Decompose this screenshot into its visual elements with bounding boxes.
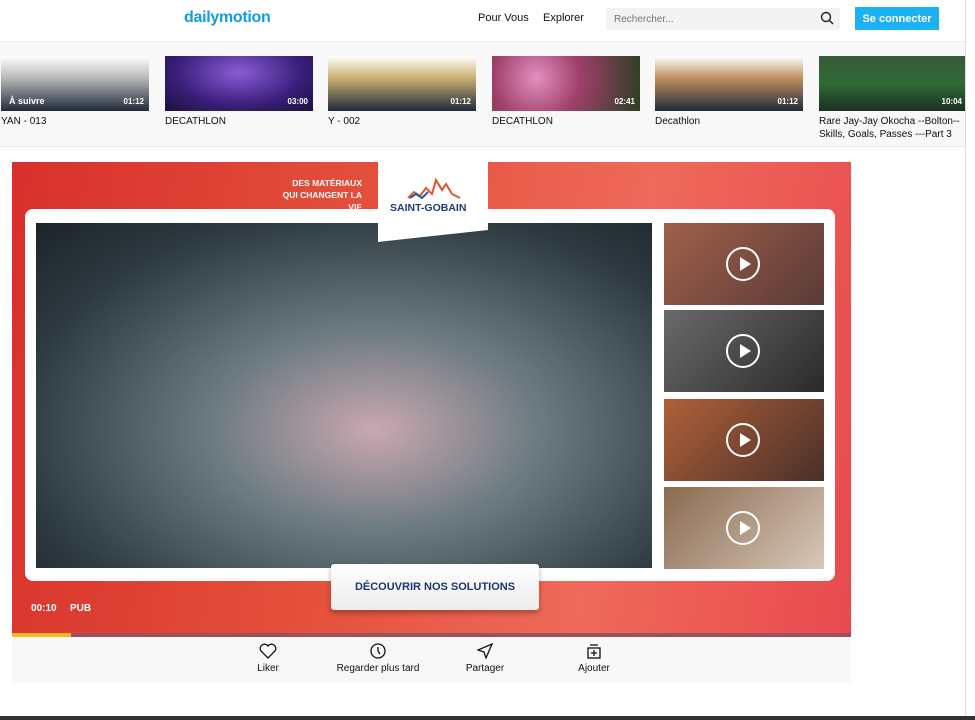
up-next-strip: À suivre 01:12 YAN - 013 03:00 DECATHLON 01… bbox=[0, 41, 967, 147]
watch-later-button[interactable]: Regarder plus tard bbox=[330, 643, 426, 674]
dailymotion-logo[interactable]: dailymotion bbox=[184, 9, 271, 27]
ad-tagline: DES MATÉRIAUX QUI CHANGENT LA VIE bbox=[272, 177, 362, 213]
scrollbar[interactable] bbox=[965, 0, 975, 716]
add-button[interactable]: Ajouter bbox=[572, 643, 616, 674]
ad-side-video[interactable] bbox=[664, 399, 824, 481]
window-border bbox=[0, 716, 975, 720]
ad-label: PUB bbox=[70, 603, 92, 614]
duration: 03:00 bbox=[287, 97, 308, 106]
video-thumbnail[interactable]: 01:12 bbox=[655, 56, 803, 111]
video-title[interactable]: Y - 002 bbox=[328, 115, 476, 128]
clock-icon bbox=[370, 643, 386, 659]
video-card[interactable]: 01:12 Y - 002 bbox=[328, 56, 476, 128]
video-title[interactable]: Decathlon bbox=[655, 115, 803, 128]
search-input[interactable] bbox=[606, 8, 840, 30]
duration: 10:04 bbox=[941, 97, 962, 106]
play-icon[interactable] bbox=[726, 511, 760, 545]
video-thumbnail[interactable]: 03:00 bbox=[165, 56, 313, 111]
duration: 01:12 bbox=[450, 97, 471, 106]
city-skyline-icon bbox=[407, 177, 461, 200]
video-card[interactable]: À suivre 01:12 YAN - 013 bbox=[1, 56, 149, 128]
video-thumbnail[interactable]: 01:12 bbox=[328, 56, 476, 111]
search-icon[interactable] bbox=[820, 11, 834, 25]
video-card[interactable]: 10:04 Rare Jay-Jay Okocha --Bolton-- Skil… bbox=[819, 56, 967, 141]
up-next-badge: À suivre bbox=[9, 96, 45, 106]
like-button[interactable]: Liker bbox=[252, 643, 284, 674]
video-thumbnail[interactable]: 02:41 bbox=[492, 56, 640, 111]
action-label: Partager bbox=[465, 663, 505, 674]
action-bar: Liker Regarder plus tard Partager Ajoute… bbox=[12, 637, 851, 683]
play-icon[interactable] bbox=[726, 423, 760, 457]
duration: 02:41 bbox=[614, 97, 635, 106]
nav-explorer[interactable]: Explorer bbox=[543, 12, 584, 24]
video-title[interactable]: DECATHLON bbox=[492, 115, 640, 128]
saint-gobain-logo[interactable]: SAINT-GOBAIN bbox=[378, 162, 488, 242]
play-icon[interactable] bbox=[726, 247, 760, 281]
duration: 01:12 bbox=[123, 97, 144, 106]
action-label: Regarder plus tard bbox=[336, 663, 420, 674]
video-card[interactable]: 03:00 DECATHLON bbox=[165, 56, 313, 128]
video-title[interactable]: Rare Jay-Jay Okocha --Bolton-- Skills, G… bbox=[819, 115, 967, 141]
action-label: Ajouter bbox=[578, 663, 610, 674]
brand-name: SAINT-GOBAIN bbox=[390, 202, 467, 214]
header: dailymotion Pour Vous Explorer Se connec… bbox=[0, 0, 965, 40]
ad-side-video[interactable] bbox=[664, 310, 824, 392]
video-title[interactable]: YAN - 013 bbox=[1, 115, 149, 128]
login-button[interactable]: Se connecter bbox=[855, 7, 939, 30]
video-thumbnail[interactable]: À suivre 01:12 bbox=[1, 56, 149, 111]
add-to-playlist-icon bbox=[587, 644, 601, 659]
video-title[interactable]: DECATHLON bbox=[165, 115, 313, 128]
ad-video[interactable] bbox=[36, 223, 652, 568]
ad-time: 00:10 bbox=[31, 603, 57, 614]
play-icon[interactable] bbox=[726, 334, 760, 368]
ad-side-video[interactable] bbox=[664, 223, 824, 305]
ad-side-video[interactable] bbox=[664, 487, 824, 569]
heart-icon bbox=[259, 643, 277, 659]
share-button[interactable]: Partager bbox=[462, 643, 508, 674]
nav-pour-vous[interactable]: Pour Vous bbox=[478, 12, 529, 24]
video-thumbnail[interactable]: 10:04 bbox=[819, 56, 967, 111]
action-label: Liker bbox=[257, 663, 279, 674]
video-card[interactable]: 02:41 DECATHLON bbox=[492, 56, 640, 128]
duration: 01:12 bbox=[777, 97, 798, 106]
video-player[interactable]: DES MATÉRIAUX QUI CHANGENT LA VIE SAINT-G… bbox=[12, 162, 851, 637]
discover-solutions-button[interactable]: DÉCOUVRIR NOS SOLUTIONS bbox=[331, 564, 539, 610]
tagline-line: DES MATÉRIAUX bbox=[292, 178, 362, 188]
send-icon bbox=[477, 643, 493, 659]
video-card[interactable]: 01:12 Decathlon bbox=[655, 56, 803, 128]
